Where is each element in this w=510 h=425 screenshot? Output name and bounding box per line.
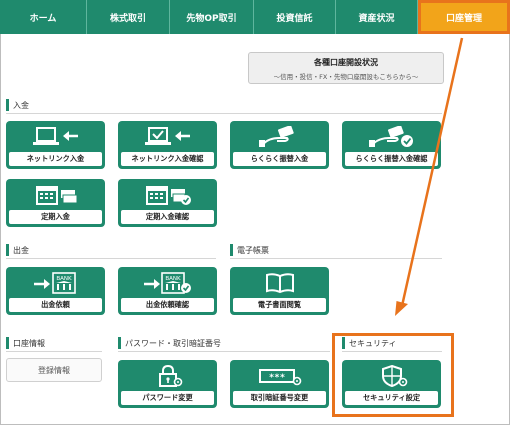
- withdraw-request-confirm-label: 出金依頼確認: [121, 298, 214, 312]
- section-marker: [118, 337, 121, 349]
- tab-futures-options[interactable]: 先物OP取引: [170, 0, 254, 34]
- section-divider: [6, 113, 442, 114]
- section-divider: [342, 351, 442, 352]
- rakuraku-transfer-confirm-label: らくらく振替入金確認: [345, 152, 438, 166]
- netlink-deposit-confirm-label: ネットリンク入金確認: [121, 152, 214, 166]
- status-button-title: 各種口座開設状況: [314, 58, 378, 67]
- fixed-deposit-label: 定期入金: [9, 210, 102, 224]
- rakuraku-transfer-label: らくらく振替入金: [233, 152, 326, 166]
- section-marker: [6, 244, 9, 256]
- tab-asset-status-label: 資産状況: [358, 13, 395, 24]
- rakuraku-transfer-confirm-button[interactable]: らくらく振替入金確認: [342, 121, 441, 169]
- pin-change-label: 取引暗証番号変更: [233, 391, 326, 405]
- arrow-bank-check-icon: BANK: [118, 271, 217, 295]
- tab-home-label: ホーム: [29, 13, 57, 24]
- padlock-gear-icon: [118, 364, 217, 388]
- section-marker: [230, 244, 233, 256]
- security-settings-label: セキュリティ設定: [345, 391, 438, 405]
- netlink-deposit-label: ネットリンク入金: [9, 152, 102, 166]
- section-withdraw-title: 出金: [13, 245, 29, 255]
- laptop-check-arrow-icon: [118, 125, 217, 149]
- section-deposit: 入金: [6, 98, 442, 114]
- section-marker: [6, 99, 9, 111]
- hand-card-check-icon: [342, 125, 441, 149]
- status-button-subtitle: ～信用・投信・FX・先物口座開設もこちらから～: [273, 73, 419, 81]
- rakuraku-transfer-button[interactable]: らくらく振替入金: [230, 121, 329, 169]
- pin-field-gear-icon: ***: [230, 364, 329, 388]
- section-marker: [6, 337, 9, 349]
- top-navigation: ホーム 株式取引 先物OP取引 投資信託 資産状況 口座管理: [0, 0, 510, 34]
- pin-change-button[interactable]: *** 取引暗証番号変更: [230, 360, 329, 408]
- password-change-label: パスワード変更: [121, 391, 214, 405]
- tab-stock-trading-label: 株式取引: [109, 13, 146, 24]
- section-password: パスワード・取引暗証番号: [118, 336, 330, 352]
- withdraw-request-label: 出金依頼: [9, 298, 102, 312]
- section-security: セキュリティ: [342, 336, 442, 352]
- section-electronic-report: 電子帳票: [230, 243, 442, 259]
- laptop-arrow-icon: [6, 125, 105, 149]
- section-password-title: パスワード・取引暗証番号: [125, 338, 221, 348]
- tab-investment-trust-label: 投資信託: [276, 13, 313, 24]
- withdraw-request-button[interactable]: BANK 出金依頼: [6, 267, 105, 315]
- section-divider: [118, 351, 330, 352]
- section-divider: [230, 258, 442, 259]
- section-marker: [342, 337, 345, 349]
- account-opening-status-button[interactable]: 各種口座開設状況 ～信用・投信・FX・先物口座開設もこちらから～: [248, 52, 444, 84]
- tab-account-management[interactable]: 口座管理: [418, 0, 510, 34]
- registration-info-label: 登録情報: [38, 365, 70, 375]
- pin-mask: ***: [268, 373, 284, 383]
- calendar-money-check-icon: [118, 183, 217, 207]
- tab-home[interactable]: ホーム: [0, 0, 87, 34]
- netlink-deposit-confirm-button[interactable]: ネットリンク入金確認: [118, 121, 217, 169]
- shield-gear-icon: [342, 364, 441, 388]
- section-divider: [6, 351, 102, 352]
- password-change-button[interactable]: パスワード変更: [118, 360, 217, 408]
- section-electronic-report-title: 電子帳票: [237, 245, 269, 255]
- netlink-deposit-button[interactable]: ネットリンク入金: [6, 121, 105, 169]
- arrow-bank-icon: BANK: [6, 271, 105, 295]
- open-book-icon: [230, 271, 329, 295]
- tab-account-management-label: 口座管理: [445, 13, 482, 24]
- electronic-document-view-button[interactable]: 電子書面閲覧: [230, 267, 329, 315]
- tab-investment-trust[interactable]: 投資信託: [254, 0, 336, 34]
- fixed-deposit-confirm-button[interactable]: 定期入金確認: [118, 179, 217, 227]
- tab-stock-trading[interactable]: 株式取引: [87, 0, 170, 34]
- hand-card-icon: [230, 125, 329, 149]
- electronic-document-view-label: 電子書面閲覧: [233, 298, 326, 312]
- security-settings-button[interactable]: セキュリティ設定: [342, 360, 441, 408]
- fixed-deposit-button[interactable]: 定期入金: [6, 179, 105, 227]
- section-deposit-title: 入金: [13, 100, 29, 110]
- withdraw-request-confirm-button[interactable]: BANK 出金依頼確認: [118, 267, 217, 315]
- section-account-info-title: 口座情報: [13, 338, 45, 348]
- registration-info-button[interactable]: 登録情報: [6, 358, 102, 382]
- section-withdraw: 出金: [6, 243, 216, 259]
- fixed-deposit-confirm-label: 定期入金確認: [121, 210, 214, 224]
- section-account-info: 口座情報: [6, 336, 102, 352]
- tab-asset-status[interactable]: 資産状況: [336, 0, 418, 34]
- calendar-money-icon: [6, 183, 105, 207]
- section-security-title: セキュリティ: [349, 338, 397, 348]
- tab-futures-options-label: 先物OP取引: [186, 13, 237, 24]
- section-divider: [6, 258, 216, 259]
